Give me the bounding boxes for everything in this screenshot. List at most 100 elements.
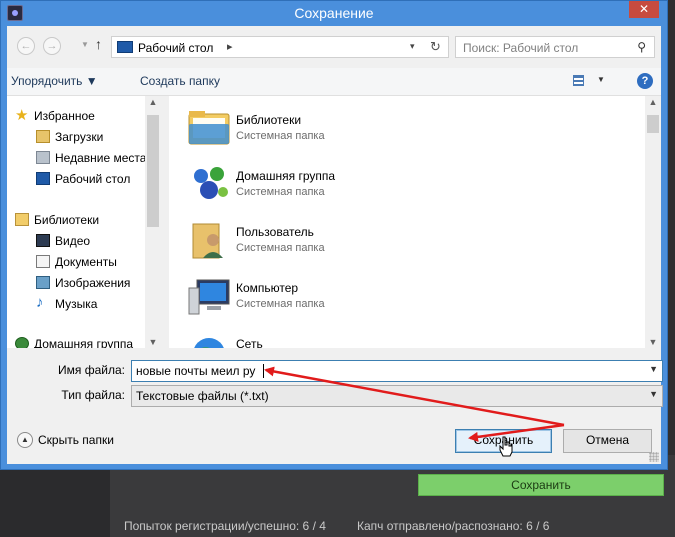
search-placeholder: Поиск: Рабочий стол xyxy=(463,41,579,55)
window-title: Сохранение xyxy=(294,5,374,21)
nav-item-video[interactable]: Видео xyxy=(7,231,145,251)
desktop-icon xyxy=(117,41,133,53)
command-bar: Упорядочить ▼ Создать папку ▼ ? xyxy=(7,68,661,96)
pictures-icon xyxy=(36,276,50,289)
up-button[interactable]: ↑ xyxy=(95,36,102,52)
libraries-icon xyxy=(15,213,29,226)
libraries-folder-icon xyxy=(188,111,230,145)
address-location[interactable]: Рабочий стол xyxy=(138,41,213,55)
file-item-user[interactable]: Пользователь Системная папка xyxy=(169,212,639,268)
address-row: ← → ▼ ↑ Рабочий стол ▸ ▾ ↻ Поиск: Рабочи… xyxy=(7,26,661,64)
titlebar: Сохранение ✕ xyxy=(1,1,667,26)
search-icon[interactable]: ⚲ xyxy=(637,40,646,54)
nav-item-label: Изображения xyxy=(55,276,131,290)
downloads-icon xyxy=(36,130,50,143)
recent-locations-dropdown[interactable]: ▼ xyxy=(81,40,89,49)
music-icon: ♪ xyxy=(36,294,44,311)
filename-value: новые почты меил ру xyxy=(136,364,256,378)
scroll-down-icon[interactable]: ▼ xyxy=(645,337,661,347)
new-folder-button[interactable]: Создать папку xyxy=(140,74,220,88)
homegroup-icon xyxy=(194,167,228,199)
file-name: Библиотеки xyxy=(236,113,302,127)
nav-item-label: Документы xyxy=(55,255,117,269)
nav-item-desktop[interactable]: Рабочий стол xyxy=(7,169,145,189)
forward-arrow-icon: → xyxy=(46,40,58,52)
scroll-up-icon[interactable]: ▲ xyxy=(145,97,161,107)
network-icon xyxy=(194,338,224,348)
save-dialog: Сохранение ✕ ← → ▼ ↑ Рабочий стол ▸ ▾ ↻ … xyxy=(0,0,668,470)
scroll-up-icon[interactable]: ▲ xyxy=(645,97,661,107)
nav-item-label: Загрузки xyxy=(55,130,104,144)
star-icon: ★ xyxy=(15,107,29,124)
file-item-computer[interactable]: Компьютер Системная папка xyxy=(169,268,639,324)
nav-scrollbar-thumb[interactable] xyxy=(147,115,159,227)
chevron-down-icon[interactable]: ▼ xyxy=(649,364,658,374)
homegroup-icon xyxy=(15,337,29,348)
scroll-down-icon[interactable]: ▼ xyxy=(145,337,161,347)
forward-button[interactable]: → xyxy=(43,37,61,55)
resize-grip[interactable] xyxy=(649,452,659,462)
file-item-homegroup[interactable]: Домашняя группа Системная папка xyxy=(169,156,639,212)
chevron-down-icon[interactable]: ▼ xyxy=(649,389,658,399)
file-list: Библиотеки Системная папка Домашняя груп… xyxy=(169,96,661,348)
file-type: Системная папка xyxy=(236,186,325,198)
close-button[interactable]: ✕ xyxy=(629,1,659,18)
refresh-icon[interactable]: ↻ xyxy=(430,39,441,55)
nav-item-recent-places[interactable]: Недавние места xyxy=(7,148,147,168)
video-icon xyxy=(36,234,50,247)
help-icon[interactable]: ? xyxy=(637,73,653,89)
nav-item-label: Музыка xyxy=(55,297,98,311)
address-dropdown-icon[interactable]: ▾ xyxy=(410,41,415,52)
text-caret xyxy=(263,364,264,378)
navigation-pane: ★ Избранное Загрузки Недавние места Рабо… xyxy=(7,96,161,348)
back-button[interactable]: ← xyxy=(17,37,35,55)
hand-cursor-icon xyxy=(499,436,513,457)
nav-item-music[interactable]: ♪ Музыка xyxy=(7,294,145,314)
breadcrumb-arrow-icon[interactable]: ▸ xyxy=(227,40,233,53)
filename-input[interactable]: новые почты меил ру ▼ xyxy=(131,360,663,382)
search-input[interactable]: Поиск: Рабочий стол ⚲ xyxy=(455,36,655,58)
file-type: Системная папка xyxy=(236,242,325,254)
nav-scrollbar[interactable]: ▲ ▼ xyxy=(145,96,161,348)
background-save-button[interactable]: Сохранить xyxy=(418,474,664,496)
file-name: Компьютер xyxy=(236,281,299,295)
file-type: Системная папка xyxy=(236,298,325,310)
nav-item-label: Рабочий стол xyxy=(55,172,131,186)
back-arrow-icon: ← xyxy=(20,40,32,52)
address-bar[interactable]: Рабочий стол ▸ ▾ ↻ xyxy=(111,36,449,58)
nav-item-favorites[interactable]: ★ Избранное xyxy=(7,106,145,126)
cancel-button[interactable]: Отмена xyxy=(563,429,652,453)
file-item-libraries[interactable]: Библиотеки Системная папка xyxy=(169,100,639,156)
filetype-label: Тип файла: xyxy=(61,388,125,402)
filetype-value: Текстовые файлы (*.txt) xyxy=(136,389,269,403)
nav-item-label: Домашняя группа xyxy=(34,337,134,348)
nav-item-pictures[interactable]: Изображения xyxy=(7,273,145,293)
desktop-icon xyxy=(36,172,50,185)
nav-item-downloads[interactable]: Загрузки xyxy=(7,127,145,147)
computer-icon xyxy=(188,279,230,315)
file-list-scrollbar[interactable]: ▲ ▼ xyxy=(645,96,661,348)
organize-menu[interactable]: Упорядочить ▼ xyxy=(11,74,98,88)
view-icon xyxy=(573,75,584,86)
file-list-scrollbar-thumb[interactable] xyxy=(647,115,659,133)
chevron-down-icon: ▼ xyxy=(597,75,605,84)
status-captcha: Капч отправлено/распознано: 6 / 6 xyxy=(357,519,550,533)
status-registrations: Попыток регистрации/успешно: 6 / 4 xyxy=(124,519,326,533)
nav-item-homegroup[interactable]: Домашняя группа xyxy=(7,334,145,348)
file-name: Сеть xyxy=(236,337,263,348)
file-name: Домашняя группа xyxy=(236,169,336,183)
recent-places-icon xyxy=(36,151,50,164)
nav-item-libraries[interactable]: Библиотеки xyxy=(7,210,145,230)
filetype-select[interactable]: Текстовые файлы (*.txt) ▼ xyxy=(131,385,663,407)
file-item-network[interactable]: Сеть xyxy=(169,324,639,348)
view-options-button[interactable]: ▼ xyxy=(573,73,605,89)
nav-item-label: Недавние места xyxy=(55,151,147,165)
nav-item-documents[interactable]: Документы xyxy=(7,252,145,272)
collapse-up-icon: ▲ xyxy=(17,432,33,448)
save-form: Имя файла: новые почты меил ру ▼ Тип фай… xyxy=(7,348,663,464)
file-name: Пользователь xyxy=(236,225,314,239)
nav-item-label: Видео xyxy=(55,234,91,248)
documents-icon xyxy=(36,255,50,268)
nav-item-label: Избранное xyxy=(34,109,95,123)
user-folder-icon xyxy=(192,223,223,259)
